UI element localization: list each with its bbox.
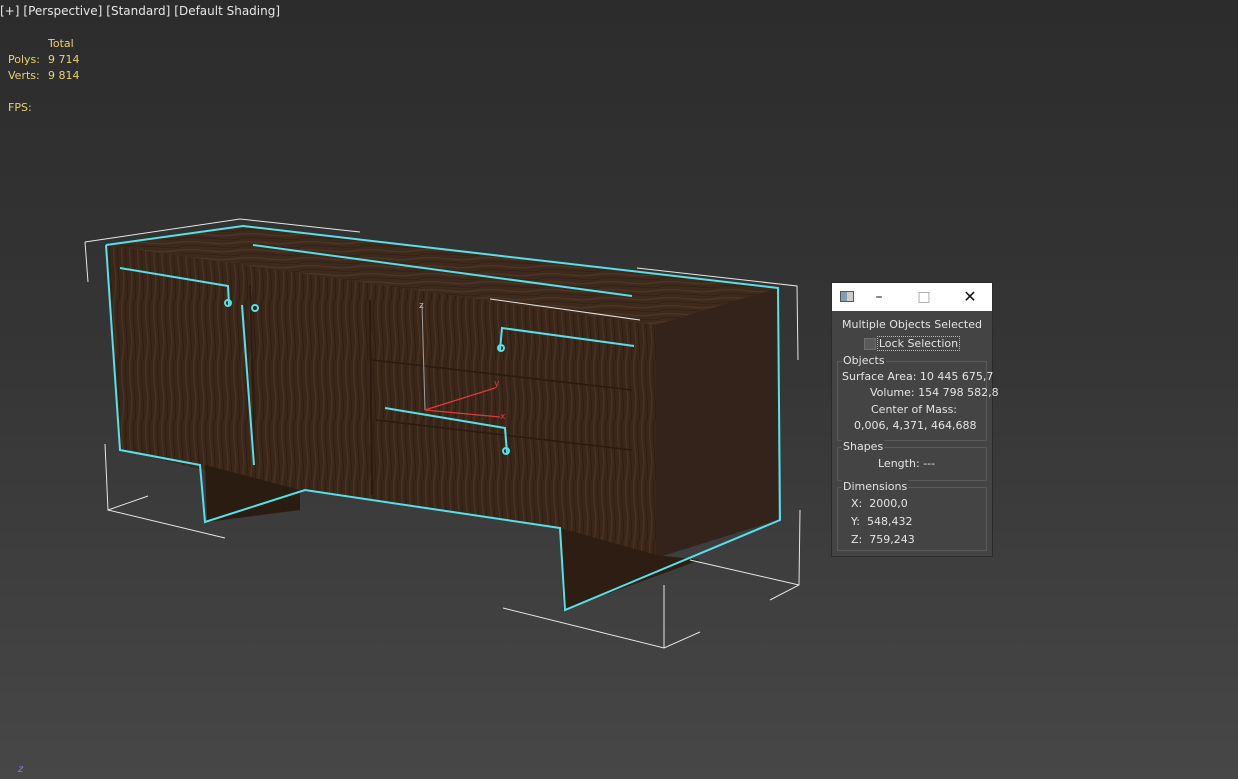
world-axis-z-label: z [18, 764, 24, 775]
minimize-button[interactable]: – [868, 287, 890, 307]
volume-value: 154 798 582,8 [918, 386, 999, 399]
dimensions-group-title: Dimensions [842, 480, 909, 493]
dimensions-group: Dimensions X: 2000,0 Y: 548,432 Z: 759,2… [837, 480, 987, 551]
lock-selection-checkbox[interactable] [863, 337, 876, 350]
gizmo-x-label: x [500, 412, 506, 422]
surface-area-label: Surface Area: [842, 370, 917, 383]
surface-area-value: 10 445 675,7 [919, 370, 994, 383]
viewport-scene[interactable]: z y x [0, 0, 1238, 779]
volume-label: Volume: [870, 386, 915, 399]
length-value: --- [923, 457, 936, 470]
center-of-mass-value: 0,006, 4,371, 464,688 [854, 419, 977, 432]
maximize-button[interactable]: □ [913, 287, 935, 307]
shapes-group: Shapes Length: --- [837, 440, 987, 481]
dim-y-value: 548,432 [866, 515, 913, 528]
shapes-group-title: Shapes [842, 440, 885, 453]
lock-selection-toggle[interactable]: Lock Selection [832, 336, 992, 351]
gizmo-y-label: y [494, 379, 500, 389]
lock-selection-label[interactable]: Lock Selection [876, 336, 961, 351]
objects-group-title: Objects [842, 354, 886, 367]
dialog-title: Multiple Objects Selected [842, 318, 982, 331]
objects-group: Objects Surface Area: 10 445 675,7 Volum… [837, 354, 999, 441]
measure-dialog[interactable]: – □ ✕ Multiple Objects Selected Lock Sel… [831, 282, 999, 557]
length-label: Length: [878, 457, 920, 470]
dim-x-label: X: [851, 497, 863, 510]
gizmo-z-label: z [419, 301, 424, 311]
center-of-mass-label: Center of Mass: [871, 403, 958, 416]
dim-z-value: 759,243 [869, 533, 915, 546]
close-button[interactable]: ✕ [959, 287, 981, 307]
dim-x-value: 2000,0 [869, 497, 908, 510]
cabinet-side [656, 288, 778, 558]
dialog-titlebar[interactable]: – □ ✕ [832, 283, 992, 311]
window-icon [840, 291, 854, 302]
dim-y-label: Y: [851, 515, 860, 528]
dim-z-label: Z: [851, 533, 863, 546]
